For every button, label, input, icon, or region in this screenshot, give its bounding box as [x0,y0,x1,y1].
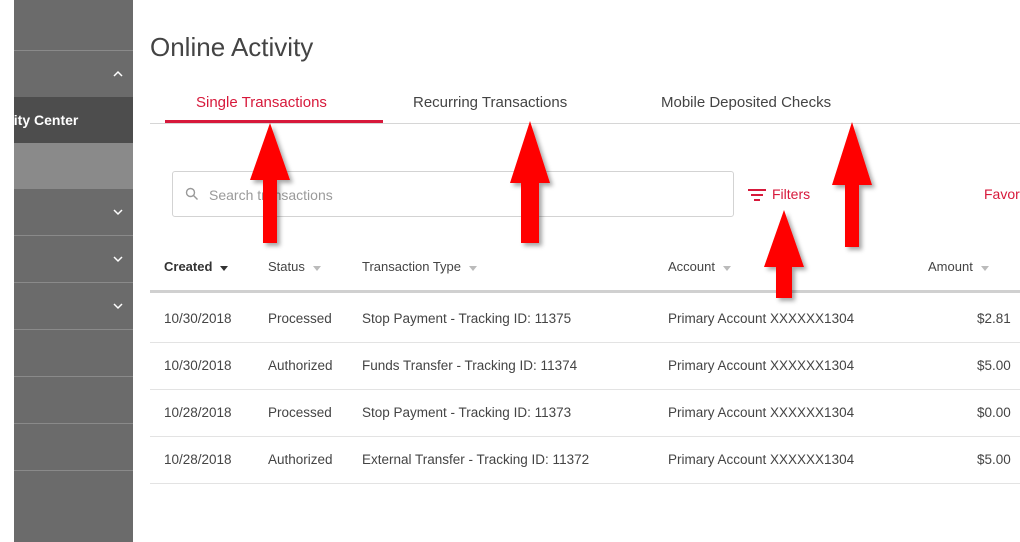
sort-caret-icon [980,265,989,271]
column-header-status[interactable]: Status [268,259,321,274]
cell-account: Primary Account XXXXXX1304 [668,311,855,326]
filters-label: Filters [772,186,811,202]
cell-account: Primary Account XXXXXX1304 [668,358,855,373]
sidebar-item-subitem[interactable]: s [14,143,133,189]
cell-created: 10/30/2018 [164,311,232,326]
cell-status: Processed [268,311,332,326]
sidebar-item-activity-center[interactable]: vity Center [14,97,133,143]
table-row[interactable]: 10/30/2018 Processed Stop Payment - Trac… [150,296,1020,343]
cell-account: Primary Account XXXXXX1304 [668,452,855,467]
tab-recurring-transactions[interactable]: Recurring Transactions [413,84,567,124]
cell-amount: $0.00 [977,405,1011,420]
cell-account: Primary Account XXXXXX1304 [668,405,855,420]
table-header: Created Status Transaction Type Account … [150,247,1020,293]
main-content: Online Activity Single Transactions Recu… [150,0,1020,542]
sidebar-divider [14,470,133,471]
column-header-created[interactable]: Created [164,259,229,274]
tab-bar: Single Transactions Recurring Transactio… [150,84,1020,124]
cell-transaction-type: Stop Payment - Tracking ID: 11373 [362,405,572,420]
cell-transaction-type: External Transfer - Tracking ID: 11372 [362,452,590,467]
table-row[interactable]: 10/28/2018 Authorized External Transfer … [150,437,1020,484]
left-margin [0,0,14,542]
table-row[interactable]: 10/30/2018 Authorized Funds Transfer - T… [150,343,1020,390]
sidebar: s vity Center s [14,0,133,542]
active-tab-indicator [165,120,383,123]
cell-amount: $5.00 [977,358,1011,373]
column-header-account[interactable]: Account [668,259,731,274]
column-header-label: Status [268,259,305,274]
chevron-down-icon [113,209,123,216]
cell-created: 10/28/2018 [164,405,232,420]
sort-caret-icon [722,265,731,271]
sort-caret-icon [469,265,477,271]
column-header-transaction-type[interactable]: Transaction Type [362,259,477,274]
sidebar-item-collapsed-1[interactable] [14,189,133,235]
sidebar-item-accounts[interactable]: s [14,51,133,97]
column-header-label: Amount [928,259,973,274]
sidebar-item-collapsed-3[interactable] [14,283,133,329]
sidebar-item-collapsed-2[interactable] [14,236,133,282]
sidebar-item-label: vity Center [14,112,79,128]
cell-status: Authorized [268,358,333,373]
cell-created: 10/28/2018 [164,452,232,467]
sidebar-item-5[interactable] [14,377,133,423]
cell-status: Authorized [268,452,333,467]
page-title: Online Activity [150,32,314,62]
cell-transaction-type: Funds Transfer - Tracking ID: 11374 [362,358,578,373]
table-row[interactable]: 10/28/2018 Processed Stop Payment - Trac… [150,390,1020,437]
filter-icon [748,189,766,201]
tab-single-transactions[interactable]: Single Transactions [196,84,327,124]
cell-transaction-type: Stop Payment - Tracking ID: 11375 [362,311,572,326]
cell-amount: $5.00 [977,452,1011,467]
cell-status: Processed [268,405,332,420]
search-box [172,171,734,217]
sort-caret-icon [312,265,321,271]
favorites-link[interactable]: Favor [984,186,1020,202]
tab-mobile-deposited-checks[interactable]: Mobile Deposited Checks [661,84,831,124]
chevron-down-icon [113,256,123,263]
sort-desc-icon [220,265,229,271]
column-header-label: Transaction Type [362,259,461,274]
column-header-label: Account [668,259,715,274]
search-icon [185,187,198,200]
cell-created: 10/30/2018 [164,358,232,373]
chevron-up-icon [113,70,123,77]
search-input[interactable] [209,182,709,208]
column-header-label: Created [164,259,213,274]
chevron-down-icon [113,303,123,310]
column-header-amount[interactable]: Amount [928,259,989,274]
sidebar-item-6[interactable] [14,424,133,470]
cell-amount: $2.81 [977,311,1011,326]
sidebar-item-4[interactable] [14,330,133,376]
